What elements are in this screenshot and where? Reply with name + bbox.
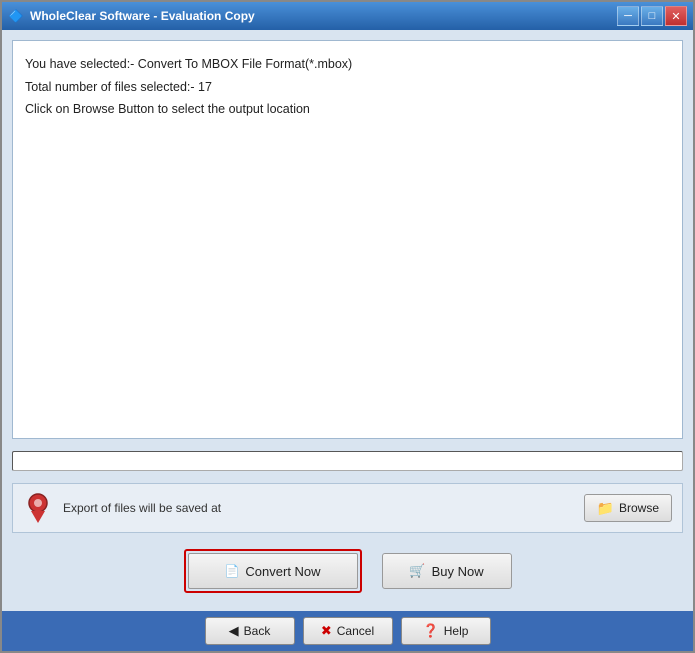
bottom-bar: ◀ Back ✖ Cancel ❓ Help (2, 611, 693, 651)
window-controls: ─ □ ✕ (617, 6, 687, 26)
buy-button[interactable]: 🛒 Buy Now (382, 553, 512, 589)
window-icon: 🔷 (8, 8, 24, 24)
window-title: WholeClear Software - Evaluation Copy (30, 9, 617, 23)
close-button[interactable]: ✕ (665, 6, 687, 26)
info-panel: You have selected:- Convert To MBOX File… (12, 40, 683, 439)
folder-icon: 📁 (597, 500, 614, 517)
cart-icon: 🛒 (409, 563, 425, 579)
progress-bar (12, 451, 683, 471)
help-label: Help (444, 624, 469, 638)
convert-button[interactable]: 📄 Convert Now (188, 553, 358, 589)
info-line-2: Total number of files selected:- 17 (25, 76, 670, 99)
action-row: 📄 Convert Now 🛒 Buy Now (12, 541, 683, 601)
help-icon: ❓ (423, 623, 439, 639)
back-button[interactable]: ◀ Back (205, 617, 295, 645)
convert-icon: 📄 (224, 564, 239, 578)
browse-button[interactable]: 📁 Browse (584, 494, 672, 522)
main-window: 🔷 WholeClear Software - Evaluation Copy … (0, 0, 695, 653)
info-line-1: You have selected:- Convert To MBOX File… (25, 53, 670, 76)
help-button[interactable]: ❓ Help (401, 617, 491, 645)
maximize-button[interactable]: □ (641, 6, 663, 26)
info-line-3: Click on Browse Button to select the out… (25, 98, 670, 121)
convert-label: Convert Now (245, 564, 320, 579)
minimize-button[interactable]: ─ (617, 6, 639, 26)
output-row: Export of files will be saved at 📁 Brows… (12, 483, 683, 533)
cancel-label: Cancel (337, 624, 374, 638)
title-bar: 🔷 WholeClear Software - Evaluation Copy … (2, 2, 693, 30)
cancel-button[interactable]: ✖ Cancel (303, 617, 393, 645)
location-icon (23, 493, 53, 523)
back-label: Back (244, 624, 271, 638)
buy-label: Buy Now (432, 564, 484, 579)
back-icon: ◀ (229, 623, 239, 639)
browse-label: Browse (619, 501, 659, 515)
output-label: Export of files will be saved at (63, 501, 574, 515)
window-body: You have selected:- Convert To MBOX File… (2, 30, 693, 611)
convert-button-wrapper: 📄 Convert Now (184, 549, 362, 593)
cancel-icon: ✖ (321, 623, 332, 639)
